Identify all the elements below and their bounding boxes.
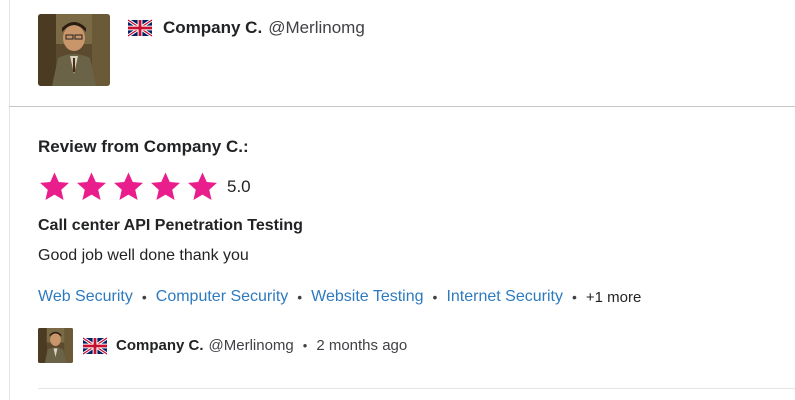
uk-flag-icon: [83, 336, 107, 355]
divider: [38, 388, 795, 389]
star-icon: [40, 172, 69, 200]
star-icon: [151, 172, 180, 200]
tags-row: Web Security • Computer Security • Websi…: [38, 288, 641, 306]
more-tags-button[interactable]: +1 more: [586, 289, 641, 306]
separator-dot: •: [297, 289, 303, 305]
footer-reviewer-name[interactable]: Company C.: [116, 337, 204, 354]
tag-internet-security[interactable]: Internet Security: [446, 288, 563, 306]
reviewer-handle[interactable]: @Merlinomg: [268, 18, 365, 38]
separator-dot: •: [432, 289, 438, 305]
tag-web-security[interactable]: Web Security: [38, 288, 133, 306]
tag-computer-security[interactable]: Computer Security: [156, 288, 289, 306]
separator-dot: •: [302, 338, 308, 353]
reviewer-name[interactable]: Company C.: [163, 18, 262, 38]
left-border: [9, 0, 10, 400]
review-heading: Review from Company C.:: [38, 137, 249, 156]
reviewer-header: Company C. @Merlinomg: [38, 14, 365, 86]
review-footer: Company C. @Merlinomg • 2 months ago: [38, 328, 407, 363]
review-text: Good job well done thank you: [38, 247, 249, 264]
uk-flag-icon: [128, 19, 152, 37]
tag-website-testing[interactable]: Website Testing: [311, 288, 423, 306]
star-icon: [188, 172, 217, 200]
reviewer-avatar-small[interactable]: [38, 328, 73, 363]
rating-value: 5.0: [227, 176, 251, 196]
star-icon: [114, 172, 143, 200]
divider: [9, 106, 795, 107]
separator-dot: •: [141, 289, 147, 305]
rating-row: 5.0: [38, 170, 251, 203]
star-icon: [77, 172, 106, 200]
project-title: Call center API Penetration Testing: [38, 217, 303, 234]
footer-reviewer-handle[interactable]: @Merlinomg: [209, 337, 294, 354]
review-time: 2 months ago: [316, 337, 408, 354]
separator-dot: •: [571, 289, 577, 305]
reviewer-avatar[interactable]: [38, 14, 110, 86]
